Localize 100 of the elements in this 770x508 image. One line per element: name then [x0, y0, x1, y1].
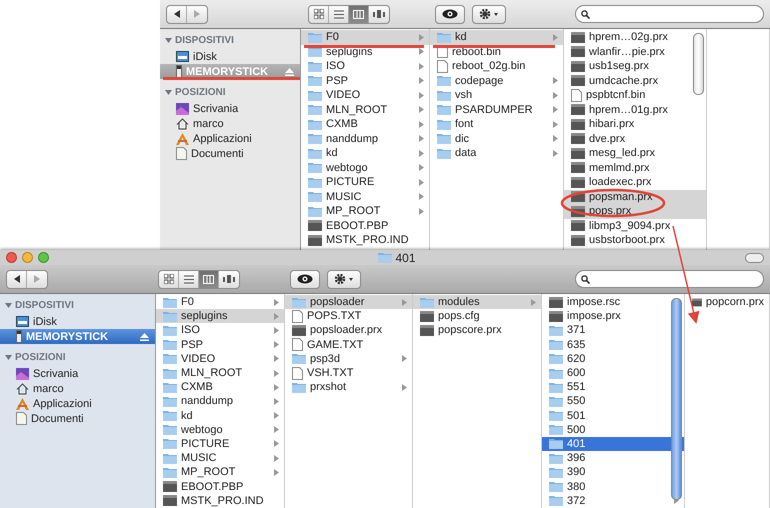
quick-look-button[interactable]	[435, 4, 465, 24]
file-row[interactable]: kd	[301, 146, 429, 160]
file-row[interactable]: popsloader.prx	[285, 323, 412, 338]
disclosure-triangle-icon[interactable]	[165, 37, 172, 44]
file-row[interactable]: usbstorboot.prx	[564, 233, 706, 248]
file-row[interactable]: pops.cfg	[413, 309, 541, 324]
sidebar-item[interactable]: Applicazioni	[160, 131, 300, 146]
file-row[interactable]: CXMB	[156, 380, 284, 394]
sidebar-item[interactable]: Scrivania	[160, 101, 300, 116]
column-view-button[interactable]	[199, 270, 219, 288]
file-row[interactable]: vsh	[430, 88, 563, 102]
file-row[interactable]: F0	[156, 295, 284, 310]
file-row[interactable]: pspbtcnf.bin	[564, 88, 706, 102]
toolbar-toggle-button[interactable]	[745, 252, 764, 262]
file-row[interactable]: memlmd.prx	[564, 160, 706, 175]
search-field[interactable]	[575, 270, 764, 288]
file-row[interactable]: mesg_led.prx	[564, 146, 706, 160]
eject-icon[interactable]	[285, 68, 294, 76]
close-button[interactable]	[6, 252, 17, 263]
file-row[interactable]: MSTK_PRO.IND	[301, 233, 429, 248]
file-row[interactable]: GAME.TXT	[285, 338, 412, 352]
file-row[interactable]: popcorn.prx	[685, 295, 769, 310]
file-row[interactable]: webtogo	[156, 422, 284, 437]
sidebar-item[interactable]: Applicazioni	[0, 396, 155, 411]
file-row[interactable]: ISO	[301, 59, 429, 74]
file-row[interactable]: usb1seg.prx	[564, 59, 706, 74]
file-row[interactable]: kd	[156, 408, 284, 423]
folder-icon	[549, 339, 563, 350]
sidebar-item[interactable]: iDisk	[160, 49, 300, 64]
file-row[interactable]: PICTURE	[156, 436, 284, 452]
file-row[interactable]: POPS.TXT	[285, 309, 412, 324]
file-row[interactable]: 401	[542, 436, 684, 452]
sidebar-item[interactable]: iDisk	[0, 314, 155, 329]
action-menu-button[interactable]	[327, 270, 361, 288]
file-row[interactable]: loadexec.prx	[564, 175, 706, 190]
file-row[interactable]: umdcache.prx	[564, 74, 706, 88]
file-row[interactable]: VSH.TXT	[285, 366, 412, 380]
sidebar-item[interactable]: Documenti	[160, 146, 300, 161]
file-row[interactable]: ISO	[156, 323, 284, 338]
file-row[interactable]: VIDEO	[301, 88, 429, 102]
file-row[interactable]: EBOOT.PBP	[301, 218, 429, 233]
file-row[interactable]: VIDEO	[156, 352, 284, 366]
folder-icon	[163, 324, 177, 336]
file-row[interactable]: MP_ROOT	[301, 204, 429, 218]
search-field[interactable]	[575, 5, 764, 23]
file-row[interactable]: prxshot	[285, 380, 412, 394]
file-row[interactable]: popscore.prx	[413, 323, 541, 338]
file-row[interactable]: popsloader	[285, 295, 412, 310]
file-row[interactable]: seplugins	[156, 309, 284, 324]
file-row[interactable]: libmp3_9094.prx	[564, 218, 706, 233]
file-row[interactable]: PICTURE	[301, 175, 429, 190]
sidebar-item[interactable]: marco	[0, 381, 155, 396]
file-row[interactable]: dic	[430, 132, 563, 146]
sidebar-item[interactable]: Scrivania	[0, 366, 155, 381]
file-row[interactable]: font	[430, 117, 563, 132]
file-row[interactable]: hprem…01g.prx	[564, 102, 706, 117]
file-row[interactable]: hibari.prx	[564, 117, 706, 132]
eject-icon[interactable]	[140, 332, 149, 340]
file-row[interactable]: webtogo	[301, 160, 429, 175]
file-row[interactable]: MUSIC	[156, 451, 284, 466]
file-row[interactable]: MLN_ROOT	[301, 102, 429, 117]
file-row[interactable]: MUSIC	[301, 190, 429, 204]
file-row[interactable]: PSP	[301, 74, 429, 88]
quick-look-button[interactable]	[290, 270, 320, 288]
file-row[interactable]: MSTK_PRO.IND	[156, 494, 284, 508]
disclosure-triangle-icon[interactable]	[5, 354, 12, 361]
file-row[interactable]: hprem…02g.prx	[564, 30, 706, 44]
file-row[interactable]: F0	[301, 30, 429, 44]
file-row[interactable]: impose.prx	[542, 309, 684, 324]
file-row[interactable]: impose.rsc	[542, 295, 684, 310]
sidebar-item[interactable]: marco	[160, 116, 300, 131]
file-row[interactable]: data	[430, 146, 563, 160]
file-row[interactable]: PSP	[156, 338, 284, 352]
file-row[interactable]: psp3d	[285, 352, 412, 366]
file-row[interactable]: CXMB	[301, 117, 429, 132]
disclosure-triangle-icon[interactable]	[165, 89, 172, 96]
sidebar-item[interactable]: Documenti	[0, 411, 155, 426]
scrollbar[interactable]	[671, 298, 682, 500]
disclosure-triangle-icon[interactable]	[5, 302, 12, 309]
file-row[interactable]: nanddump	[301, 132, 429, 146]
cover-flow-icon	[223, 275, 235, 283]
file-row[interactable]: wlanfir…pie.prx	[564, 44, 706, 59]
action-menu-button[interactable]	[472, 4, 506, 24]
section-title: DISPOSITIVI	[15, 300, 74, 311]
file-row[interactable]: nanddump	[156, 394, 284, 408]
file-row[interactable]: EBOOT.PBP	[156, 479, 284, 494]
file-row[interactable]: MLN_ROOT	[156, 366, 284, 380]
file-row[interactable]: MP_ROOT	[156, 465, 284, 480]
file-row[interactable]: codepage	[430, 74, 563, 88]
file-row[interactable]: reboot_02g.bin	[430, 59, 563, 74]
file-row[interactable]: modules	[413, 295, 541, 310]
zoom-button[interactable]	[38, 252, 49, 263]
file-row[interactable]: dve.prx	[564, 132, 706, 146]
scrollbar[interactable]	[693, 33, 704, 95]
folder-icon	[163, 339, 177, 350]
sidebar-item[interactable]: MEMORYSTICK	[0, 329, 155, 344]
file-row[interactable]: PSARDUMPER	[430, 102, 563, 117]
file-row[interactable]: kd	[430, 30, 563, 44]
column-view-button[interactable]	[349, 6, 369, 22]
folder-icon	[549, 382, 563, 393]
